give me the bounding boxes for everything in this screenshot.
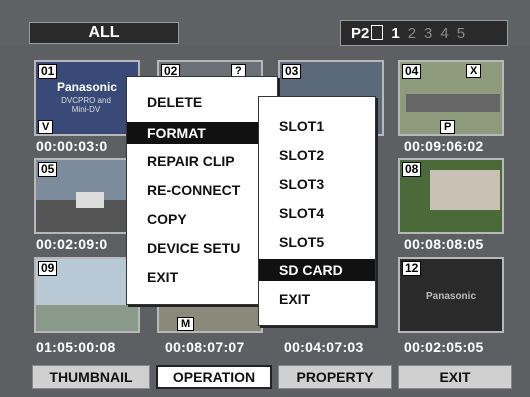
menu-item-reconnect[interactable]: RE-CONNECT [147, 182, 240, 198]
clip-tag-v: V [38, 120, 54, 134]
submenu-item-slot2[interactable]: SLOT2 [279, 147, 324, 163]
operation-button[interactable]: OPERATION [156, 365, 272, 389]
timecode: 00:00:03:0 [36, 138, 108, 154]
slot-2[interactable]: 2 [408, 25, 416, 42]
property-button[interactable]: PROPERTY [278, 365, 392, 389]
road-scene [406, 94, 500, 112]
filter-label: ALL [88, 24, 120, 41]
clip-tag-m: M [177, 317, 195, 331]
panasonic-logo: Panasonic [56, 80, 118, 94]
thumb-number: 04 [402, 64, 422, 79]
slot-selector[interactable]: P2 1 2 3 4 5 [340, 20, 508, 46]
thumbnail-05[interactable]: 05 [34, 158, 140, 234]
submenu-item-slot4[interactable]: SLOT4 [279, 205, 324, 221]
submenu-item-slot5[interactable]: SLOT5 [279, 234, 324, 250]
thumb-number: 01 [38, 64, 58, 79]
truck-shape [76, 192, 104, 208]
operation-menu: DELETE FORMAT REPAIR CLIP RE-CONNECT COP… [126, 76, 278, 305]
slot-3[interactable]: 3 [424, 25, 432, 42]
thumbnail-12[interactable]: 12 Panasonic [398, 257, 504, 333]
timecode: 00:08:08:05 [404, 236, 484, 252]
thumb-number: 03 [282, 64, 302, 79]
filter-all-box[interactable]: ALL [29, 22, 179, 44]
thumb-number: 08 [402, 162, 422, 177]
submenu-item-sd-card[interactable]: SD CARD [259, 259, 375, 281]
timecode: 01:05:00:08 [36, 339, 116, 355]
thumb-number: 12 [402, 261, 422, 276]
exit-button[interactable]: EXIT [398, 365, 512, 389]
format-submenu: SLOT1 SLOT2 SLOT3 SLOT4 SLOT5 SD CARD EX… [258, 96, 376, 326]
menu-item-exit[interactable]: EXIT [147, 269, 178, 285]
menu-item-repair-clip[interactable]: REPAIR CLIP [147, 153, 235, 169]
timecode: 00:04:07:03 [284, 339, 364, 355]
thumbnail-09[interactable]: 09 [34, 257, 140, 333]
slot-4[interactable]: 4 [440, 25, 448, 42]
thumb-number: 09 [38, 261, 58, 276]
thumbnail-08[interactable]: 08 [398, 158, 504, 234]
menu-item-delete[interactable]: DELETE [147, 94, 202, 110]
panasonic-logo: Panasonic [425, 291, 477, 302]
clip-tag-x: X [466, 64, 482, 78]
thumbnail-04[interactable]: 04 X P [398, 60, 504, 136]
building-shape [430, 170, 500, 210]
menu-item-copy[interactable]: COPY [147, 211, 187, 227]
card-icon [371, 24, 384, 40]
slot-1[interactable]: 1 [391, 25, 399, 42]
submenu-item-exit[interactable]: EXIT [279, 291, 310, 307]
timecode: 00:02:09:0 [36, 236, 108, 252]
submenu-item-slot1[interactable]: SLOT1 [279, 118, 324, 134]
submenu-item-slot3[interactable]: SLOT3 [279, 176, 324, 192]
p2-label: P2 [351, 24, 384, 42]
clip-tag-p: P [440, 120, 456, 134]
thumb-number: 05 [38, 162, 58, 177]
menu-item-device-setup[interactable]: DEVICE SETU [147, 240, 240, 256]
thumbnail-01[interactable]: 01 Panasonic DVCPRO and Mini-DV V [34, 60, 140, 136]
slot-5[interactable]: 5 [457, 25, 465, 42]
timecode: 00:08:07:07 [165, 339, 245, 355]
ground-shape [36, 305, 138, 331]
logo-subtitle: DVCPRO and Mini-DV [61, 96, 111, 114]
menu-item-format[interactable]: FORMAT [127, 122, 277, 144]
thumbnail-button[interactable]: THUMBNAIL [32, 365, 150, 389]
timecode: 00:02:05:05 [404, 339, 484, 355]
timecode: 00:09:06:02 [404, 138, 484, 154]
